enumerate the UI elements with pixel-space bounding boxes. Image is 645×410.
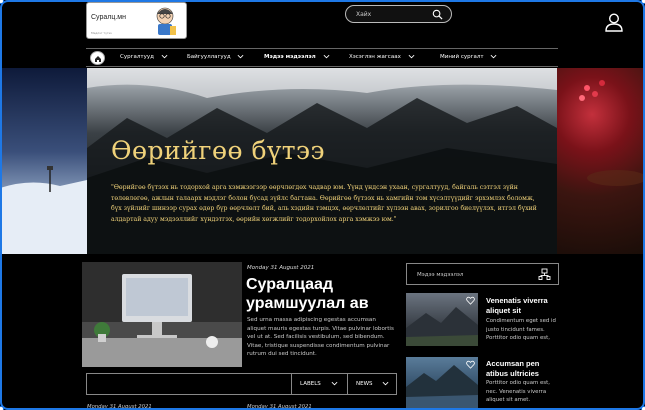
- desk-computer-image: [82, 262, 242, 367]
- hero-title: Өөрийгөө бүтээ: [111, 136, 326, 165]
- user-icon[interactable]: [605, 13, 623, 32]
- labels-dropdown[interactable]: LABELS: [291, 374, 347, 394]
- side-article-excerpt: Condimentum eget sed id justo tincidunt …: [486, 318, 556, 342]
- category-icon: [538, 268, 551, 280]
- chevron-down-icon: [382, 381, 389, 386]
- corner-handle: [641, 0, 645, 4]
- filter-bar: LABELS NEWS: [86, 373, 397, 395]
- nav-item-news[interactable]: Мэдээ мэдээлэл: [264, 49, 330, 66]
- site-logo[interactable]: Суралц.мн Мэдлэг түгээ: [86, 2, 187, 39]
- hero-slide[interactable]: Өөрийгөө бүтээ "Өөрийгөө бүтээх нь тодор…: [87, 68, 557, 254]
- side-article-title[interactable]: Accumsan pen atibus ultricies: [486, 359, 561, 378]
- hero-prev-slide[interactable]: [0, 68, 87, 254]
- home-button[interactable]: [90, 51, 105, 65]
- corner-handle: [0, 406, 4, 410]
- nav-item-browse[interactable]: Хэсэглэн жагсаах: [349, 49, 415, 66]
- chevron-down-icon: [408, 54, 415, 59]
- logo-name: Суралц.мн: [91, 14, 126, 21]
- chevron-down-icon: [331, 381, 337, 386]
- side-article-image[interactable]: [406, 357, 478, 410]
- hero-next-slide[interactable]: [557, 68, 645, 254]
- main-nav: Сургалтууд Байгууллагууд Мэдээ мэдээлэл …: [86, 48, 558, 67]
- chevron-down-icon: [161, 54, 168, 59]
- pomegranate-image: [579, 80, 645, 186]
- side-article-excerpt: Porttitor odio quam est, nec. Venenatis …: [486, 380, 550, 404]
- logo-tagline: Мэдлэг түгээ: [91, 31, 112, 35]
- heart-icon[interactable]: [466, 360, 475, 369]
- corner-handle: [641, 406, 645, 410]
- mascot-icon: [156, 7, 176, 35]
- home-icon: [95, 56, 101, 62]
- article-date: Monday 31 August 2021: [87, 404, 152, 410]
- side-article-image[interactable]: [406, 293, 478, 346]
- side-article-title[interactable]: Venenatis viverra aliquet sit: [486, 296, 561, 315]
- snow-landscape-image: [0, 166, 87, 254]
- corner-handle: [0, 0, 4, 4]
- category-select-label: Мэдээ мэдээлэл: [417, 272, 464, 278]
- featured-article-date: Monday 31 August 2021: [247, 265, 315, 271]
- search-bar[interactable]: [345, 5, 452, 23]
- search-input[interactable]: [356, 9, 431, 20]
- news-dropdown[interactable]: NEWS: [347, 374, 396, 394]
- hero-quote: "Өөрийгөө бүтээх нь тодорхой арга хэмжээ…: [111, 184, 537, 223]
- featured-article-title[interactable]: Суралцаад урамшуулал ав: [246, 275, 396, 313]
- article-date: Monday 31 August 2021: [247, 404, 312, 410]
- featured-article-image[interactable]: [82, 262, 242, 367]
- heart-icon[interactable]: [466, 296, 475, 305]
- search-icon[interactable]: [432, 9, 443, 20]
- category-select[interactable]: Мэдээ мэдээлэл: [406, 263, 559, 285]
- featured-article-excerpt: Sed urna massa adipiscing egestas accums…: [247, 317, 394, 358]
- nav-item-my-courses[interactable]: Миний сургалт: [440, 49, 497, 66]
- chevron-down-icon: [490, 54, 497, 59]
- nav-item-courses[interactable]: Сургалтууд: [120, 49, 168, 66]
- chevron-down-icon: [323, 54, 330, 59]
- nav-item-organizations[interactable]: Байгууллагууд: [187, 49, 244, 66]
- chevron-down-icon: [238, 54, 244, 59]
